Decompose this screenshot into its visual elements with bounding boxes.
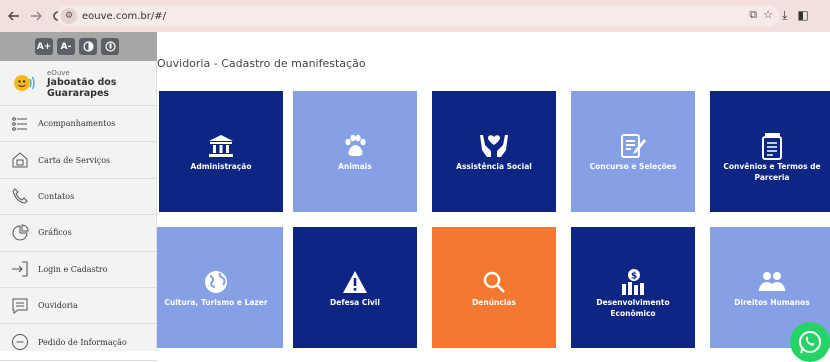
list-icon	[10, 114, 30, 134]
globe-icon	[199, 267, 233, 297]
brand-name: Jaboatão dos Guararapes	[47, 77, 117, 99]
increase-font-button[interactable]: A+	[35, 38, 53, 55]
tile-assistencia-social[interactable]: Assistência Social	[432, 91, 556, 212]
tile-animais[interactable]: Animais	[293, 91, 417, 212]
site-settings-icon[interactable]: ⚙	[61, 8, 77, 24]
pie-chart-icon	[10, 223, 30, 243]
eouve-logo-icon	[14, 75, 35, 91]
sidebar-item-login-e-cadastro[interactable]: Login e Cadastro	[0, 252, 157, 288]
decrease-font-button[interactable]: A-	[57, 38, 75, 55]
sidebar-item-carta-de-servicos[interactable]: Carta de Serviços	[0, 142, 157, 179]
sidebar-menu: Acompanhamentos Carta de Serviços Contat…	[0, 106, 157, 361]
sidebar-item-acompanhamentos[interactable]: Acompanhamentos	[0, 106, 157, 143]
tile-label: Assistência Social	[456, 162, 532, 171]
sidebar-item-ouvidoria[interactable]: Ouvidoria	[0, 288, 157, 325]
sidebar-item-label: Contatos	[38, 191, 75, 201]
tile-label: Convênios e Termos de Parceria	[723, 162, 821, 182]
address-bar[interactable]: ⚙ eouve.com.br/#/ ⧉ ☆	[57, 5, 779, 27]
chat-icon	[10, 296, 30, 316]
sidebar-item-label: Gráficos	[38, 228, 72, 238]
tile-desenvolvimento-economico[interactable]: $ Desenvolvimento Econômico	[571, 227, 695, 348]
whatsapp-button[interactable]	[790, 322, 830, 362]
search-icon	[477, 267, 511, 297]
sidebar-item-label: Pedido de Informação	[38, 337, 127, 347]
people-icon	[755, 267, 789, 297]
info-bubble-icon	[10, 332, 30, 352]
tile-denuncias[interactable]: Denúncias	[432, 227, 556, 348]
sidebar-item-graficos[interactable]: Gráficos	[0, 215, 157, 252]
bookmark-star-icon[interactable]: ☆	[763, 8, 773, 22]
tile-label: Cultura, Turismo e Lazer	[164, 298, 268, 307]
tile-administracao[interactable]: Administração	[159, 91, 283, 212]
sidebar-item-label: Acompanhamentos	[38, 119, 116, 129]
sidebar: A+ A- eOuve Jaboatão dos Guararapes Acom…	[0, 32, 157, 361]
sidebar-item-pedido-de-informacao[interactable]: Pedido de Informação	[0, 324, 157, 361]
money-chart-icon: $	[616, 267, 650, 297]
sidebar-item-contatos[interactable]: Contatos	[0, 179, 157, 216]
tile-defesa-civil[interactable]: Defesa Civil	[293, 227, 417, 348]
sidebar-item-label: Carta de Serviços	[38, 155, 111, 165]
browser-toolbar: ⚙ eouve.com.br/#/ ⧉ ☆ ⤓ ◧	[0, 0, 830, 32]
warning-icon	[338, 267, 372, 297]
services-icon	[10, 150, 30, 170]
tile-label: Defesa Civil	[330, 298, 380, 307]
brand-small: eOuve	[47, 69, 70, 77]
building-icon	[204, 131, 238, 161]
sidebar-item-label: Login e Cadastro	[38, 264, 108, 274]
tile-cultura-turismo-lazer[interactable]: Cultura, Turismo e Lazer	[157, 227, 283, 348]
page-title: Ouvidoria - Cadastro de manifestação	[157, 57, 366, 70]
paw-icon	[338, 131, 372, 161]
tile-label: Desenvolvimento Econômico	[596, 298, 670, 318]
phone-icon	[10, 186, 30, 206]
back-arrow-icon[interactable]	[6, 8, 22, 24]
tile-label: Concurso e Seleções	[589, 162, 677, 171]
tile-label: Direitos Humanos	[734, 298, 810, 307]
side-panel-icon[interactable]: ◧	[797, 8, 808, 23]
helping-hands-icon	[477, 131, 511, 161]
vlibras-button[interactable]	[101, 38, 119, 55]
download-icon[interactable]: ⤓	[782, 8, 787, 23]
tile-convenios-e-termos[interactable]: Convênios e Termos de Parceria	[710, 91, 830, 212]
brand[interactable]: eOuve Jaboatão dos Guararapes	[0, 61, 157, 106]
login-icon	[10, 259, 30, 279]
form-icon	[616, 131, 650, 161]
documents-icon	[755, 131, 789, 161]
tile-concurso-e-selecoes[interactable]: Concurso e Seleções	[571, 91, 695, 212]
accessibility-bar: A+ A-	[0, 32, 157, 61]
whatsapp-icon	[799, 331, 821, 354]
forward-arrow-icon[interactable]	[28, 8, 44, 24]
install-app-icon[interactable]: ⧉	[749, 8, 757, 22]
url-text: eouve.com.br/#/	[82, 10, 166, 22]
contrast-icon	[82, 41, 94, 52]
tile-label: Administração	[190, 162, 252, 171]
tile-label: Animais	[338, 162, 372, 171]
main-content: Ouvidoria - Cadastro de manifestação Adm…	[157, 32, 830, 351]
contrast-button[interactable]	[79, 38, 97, 55]
sidebar-item-label: Ouvidoria	[38, 301, 78, 311]
svg-text:$: $	[631, 272, 637, 282]
tile-label: Denúncias	[472, 298, 516, 307]
accessibility-icon	[104, 41, 116, 52]
